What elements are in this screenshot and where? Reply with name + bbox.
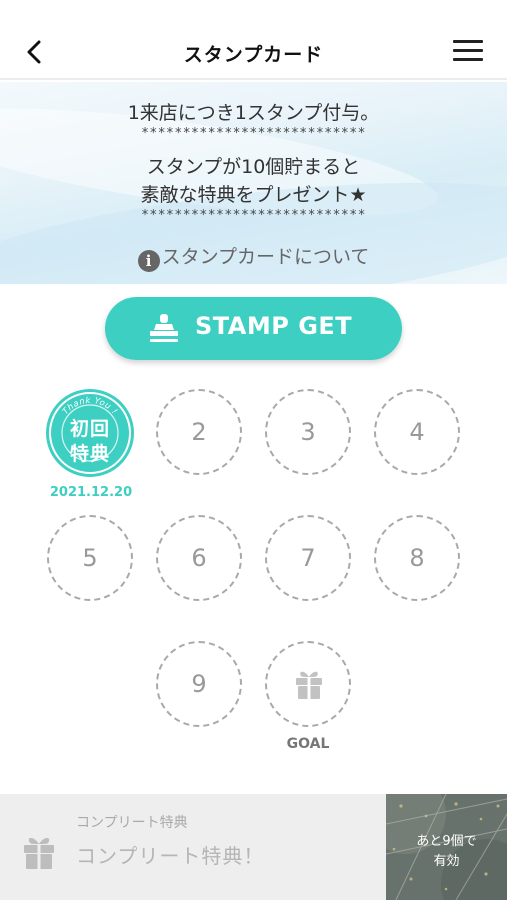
stamp-icon [150, 314, 178, 342]
info-banner: 1来店につき1スタンプ付与。 *************************… [0, 82, 507, 284]
banner-line-2: スタンプが10個貯まると [146, 156, 361, 178]
banner-line-3: 素敵な特典をプレゼント★ [140, 184, 367, 206]
stamp-slot-1-stamped: Thank You ! 初回 特典 [46, 389, 134, 477]
hamburger-menu-icon [453, 40, 483, 43]
stamp-slot-2: 2 [156, 389, 242, 475]
stamp-get-label: STAMP GET [195, 312, 353, 340]
slot-number: 7 [300, 544, 316, 572]
stamp-slot-7: 7 [265, 515, 351, 601]
gift-icon [24, 837, 54, 869]
slot-number: 4 [409, 418, 425, 446]
app-header: スタンプカード [0, 0, 507, 80]
stamp-slot-5: 5 [47, 515, 133, 601]
stamp-slot-goal [265, 641, 351, 727]
menu-button[interactable] [453, 38, 485, 64]
banner-separator-1: *************************** [141, 126, 366, 141]
info-icon: i [137, 250, 160, 272]
remaining-line-1: あと9個で [416, 834, 477, 849]
stamp-date: 2021.12.20 [49, 485, 133, 500]
stamp-slot-8: 8 [374, 515, 460, 601]
remaining-stamps-badge: あと9個で 有効 [386, 794, 507, 900]
stamp-slot-6: 6 [156, 515, 242, 601]
complete-reward-caption: コンプリート特典 [76, 815, 188, 831]
slot-number: 9 [191, 670, 207, 698]
slot-number: 8 [409, 544, 425, 572]
goal-label: GOAL [286, 736, 330, 752]
stamp-text-line-2: 特典 [69, 443, 110, 465]
slot-number: 6 [191, 544, 207, 572]
complete-reward-bar[interactable]: コンプリート特典 コンプリート特典！ あと9個で 有効 [0, 794, 507, 900]
stamp-slot-4: 4 [374, 389, 460, 475]
complete-reward-title: コンプリート特典！ [76, 844, 265, 868]
about-stamp-card-link[interactable]: i スタンプカードについて [0, 242, 507, 272]
banner-line-1: 1来店につき1スタンプ付与。 [127, 102, 380, 124]
about-link-label: スタンプカードについて [161, 246, 370, 268]
stamp-slot-9: 9 [156, 641, 242, 727]
slot-number: 3 [300, 418, 316, 446]
stamp-slot-3: 3 [265, 389, 351, 475]
remaining-stamps-text: あと9個で 有効 [386, 832, 507, 872]
banner-separator-2: *************************** [141, 208, 366, 223]
stamp-text-line-1: 初回 [69, 418, 110, 440]
slot-number: 5 [82, 544, 98, 572]
gift-icon [296, 671, 322, 699]
slot-number: 2 [191, 418, 207, 446]
remaining-line-2: 有効 [433, 854, 460, 869]
stamp-get-button[interactable]: STAMP GET [105, 297, 402, 360]
page-title: スタンプカード [183, 44, 324, 66]
